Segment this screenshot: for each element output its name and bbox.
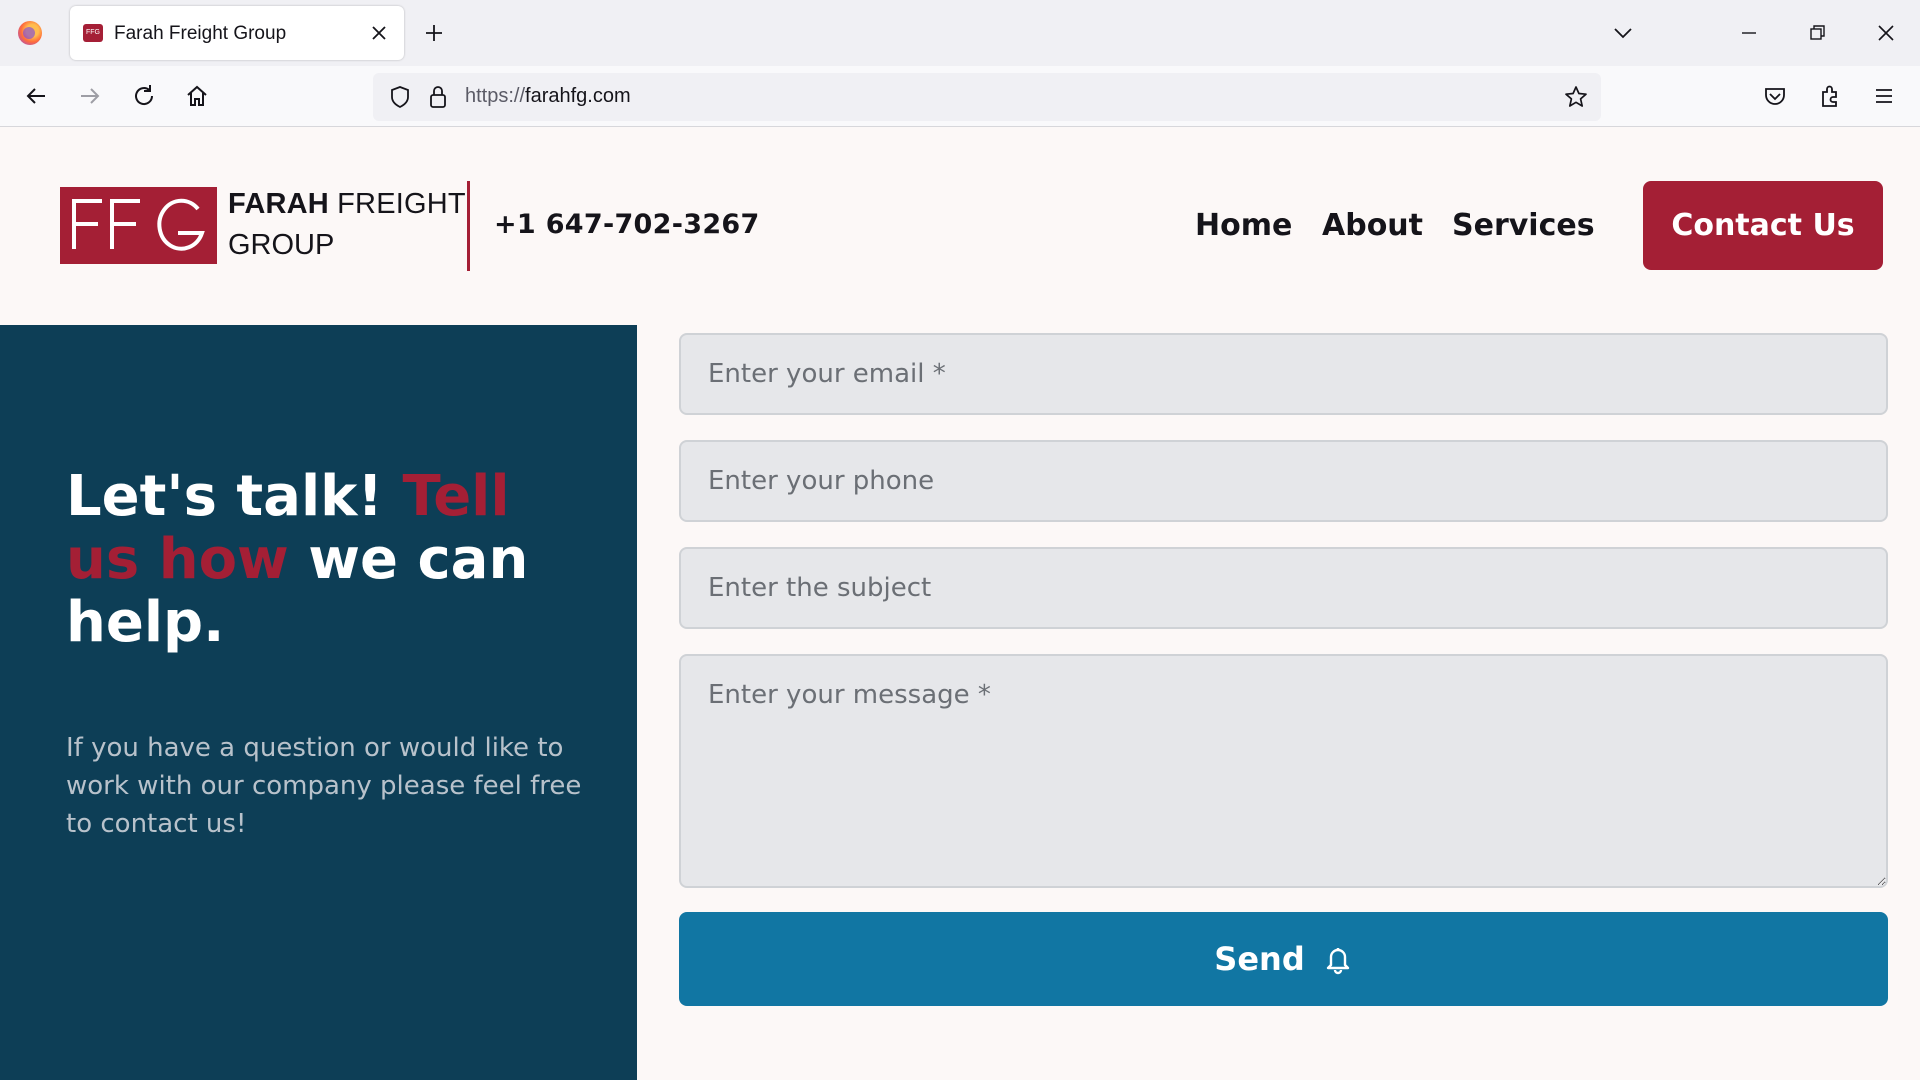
ffg-logo[interactable] (60, 187, 217, 264)
reload-icon[interactable] (128, 80, 160, 112)
back-icon[interactable] (20, 80, 52, 112)
close-window-icon[interactable] (1866, 14, 1906, 52)
send-label: Send (1214, 940, 1305, 978)
shield-icon[interactable] (385, 82, 415, 112)
plus-icon[interactable] (418, 17, 450, 49)
menu-icon[interactable] (1868, 80, 1900, 112)
phone-number[interactable]: +1 647-702-3267 (494, 209, 760, 240)
tab-favicon: FFG (83, 24, 103, 42)
send-button[interactable]: Send (679, 912, 1888, 1006)
contact-us-button[interactable]: Contact Us (1643, 181, 1883, 270)
contact-intro-panel: Let's talk! Tell us how we can help. If … (0, 325, 637, 1080)
tab-title: Farah Freight Group (114, 23, 287, 44)
contact-headline: Let's talk! Tell us how we can help. (66, 464, 529, 655)
page: FARAH FREIGHT GROUP +1 647-702-3267 Home… (0, 128, 1920, 1080)
subject-field[interactable] (679, 547, 1888, 629)
pocket-icon[interactable] (1759, 80, 1791, 112)
extensions-icon[interactable] (1814, 80, 1846, 112)
chevron-down-icon[interactable] (1608, 18, 1638, 48)
nav-home[interactable]: Home (1195, 208, 1292, 243)
brand-name-line2: GROUP (228, 229, 335, 261)
browser-tab-bar: FFG Farah Freight Group (0, 0, 1920, 66)
forward-icon[interactable] (74, 80, 106, 112)
phone-field[interactable] (679, 440, 1888, 522)
url-bar[interactable]: https://farahfg.com (373, 73, 1601, 121)
browser-toolbar: https://farahfg.com (0, 66, 1920, 127)
firefox-icon (18, 21, 42, 45)
close-icon[interactable] (364, 18, 394, 48)
browser-tab[interactable]: FFG Farah Freight Group (70, 6, 404, 60)
brand-name: FARAH FREIGHT (228, 188, 466, 220)
email-field[interactable] (679, 333, 1888, 415)
home-icon[interactable] (181, 80, 213, 112)
bell-icon (1326, 948, 1349, 975)
url-text[interactable]: https://farahfg.com (465, 85, 631, 108)
nav-about[interactable]: About (1322, 208, 1423, 243)
message-field[interactable] (679, 654, 1888, 888)
restore-icon[interactable] (1797, 14, 1837, 52)
star-icon[interactable] (1561, 82, 1591, 112)
ffg-logo-mark (72, 198, 205, 251)
brand-divider (467, 181, 470, 271)
lock-icon[interactable] (425, 82, 451, 112)
nav-services[interactable]: Services (1452, 208, 1595, 243)
minimize-icon[interactable] (1729, 14, 1769, 52)
contact-subtext: If you have a question or would like to … (66, 733, 582, 839)
